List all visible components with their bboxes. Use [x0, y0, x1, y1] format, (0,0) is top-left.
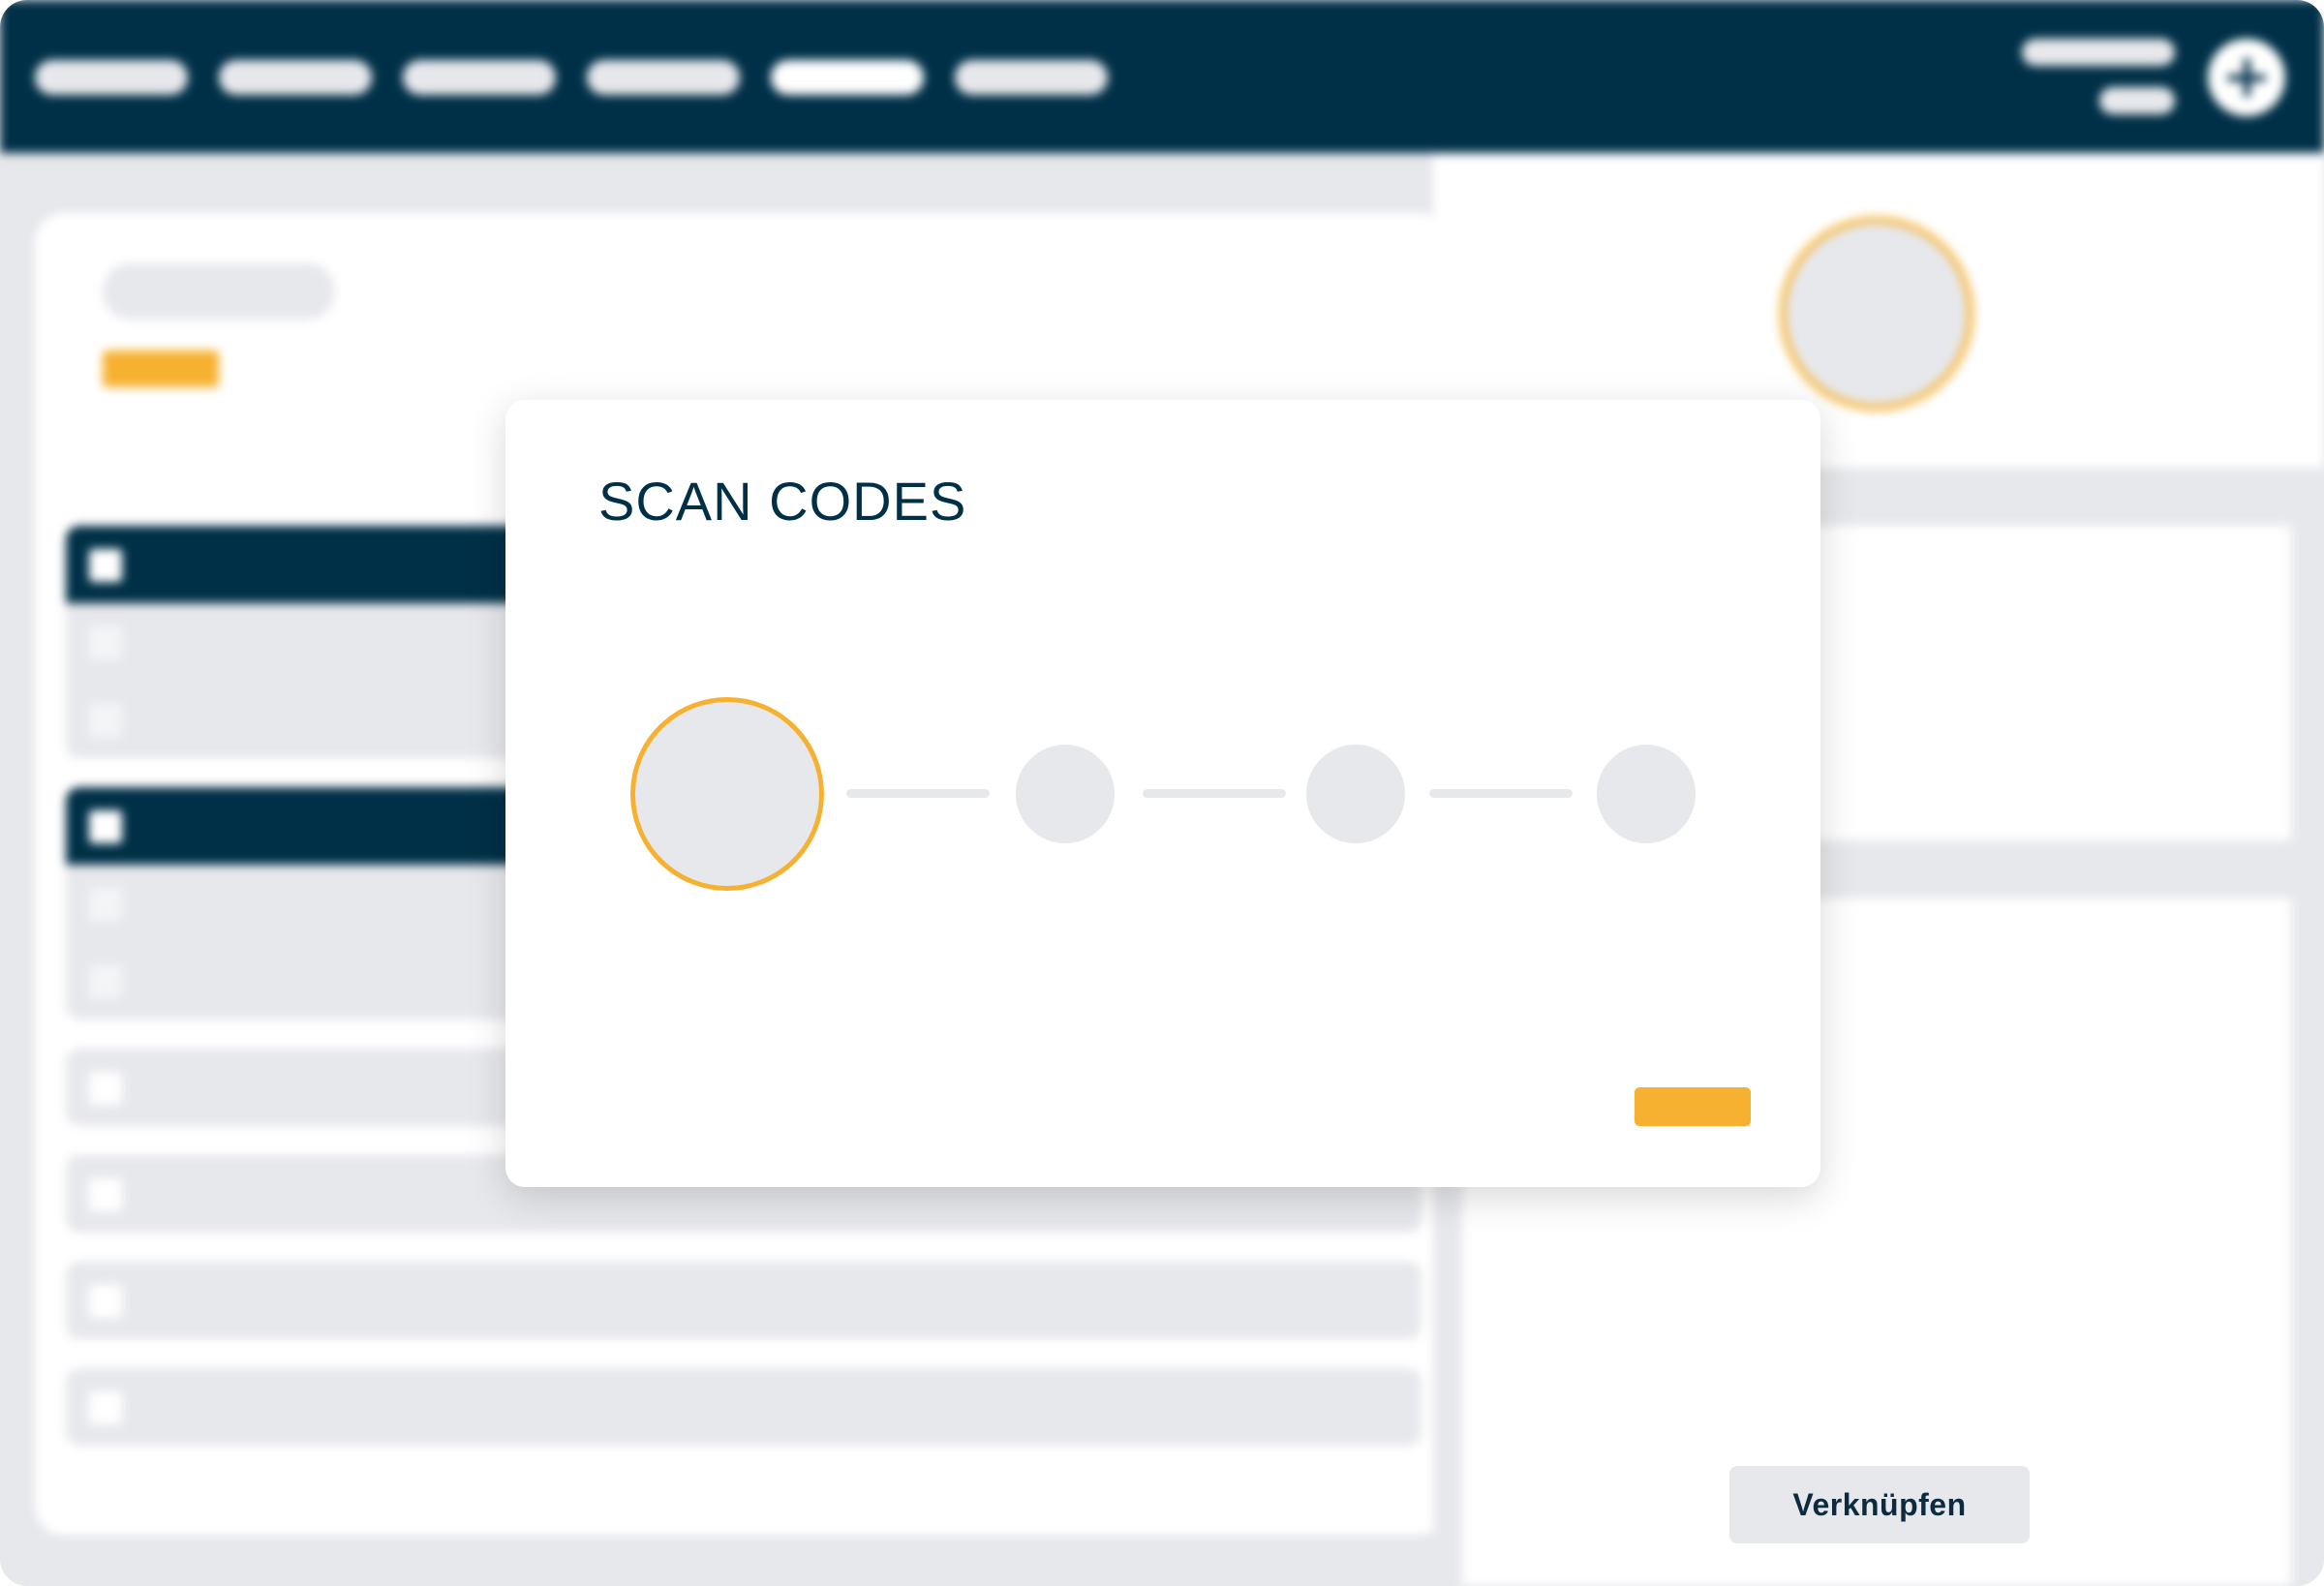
step-indicator-current	[630, 697, 824, 891]
step-connector	[1429, 789, 1573, 798]
avatar	[1780, 217, 1973, 411]
status-badge	[103, 351, 219, 387]
dialog-confirm-button[interactable]	[1635, 1087, 1751, 1126]
add-button[interactable]	[2208, 39, 2285, 116]
nav-tab-placeholder[interactable]	[403, 60, 556, 95]
top-navigation-bar	[0, 0, 2324, 153]
card-title-placeholder	[103, 263, 335, 320]
list-item[interactable]	[66, 1262, 1422, 1339]
step-connector	[846, 789, 990, 798]
nav-tab-placeholder[interactable]	[35, 60, 188, 95]
checkbox[interactable]	[89, 1391, 122, 1424]
nav-tab-placeholder[interactable]	[955, 60, 1108, 95]
nav-tab-placeholder[interactable]	[219, 60, 372, 95]
checkbox[interactable]	[89, 626, 122, 659]
user-name-placeholder	[2022, 39, 2175, 66]
nav-tab-active[interactable]	[771, 60, 924, 95]
user-role-placeholder	[2099, 87, 2175, 114]
link-button[interactable]: Verknüpfen	[1729, 1466, 2030, 1543]
step-connector	[1143, 789, 1286, 798]
step-indicator	[1016, 745, 1115, 843]
checkbox[interactable]	[89, 1072, 122, 1105]
checkbox[interactable]	[89, 1285, 122, 1318]
step-indicator	[1306, 745, 1405, 843]
checkbox[interactable]	[89, 965, 122, 998]
checkbox[interactable]	[89, 549, 122, 582]
step-indicator	[1597, 745, 1696, 843]
app-window: Verknüpfen SCAN CODES	[0, 0, 2324, 1586]
checkbox[interactable]	[89, 1178, 122, 1211]
list-item[interactable]	[66, 1368, 1422, 1446]
nav-tab-placeholder[interactable]	[587, 60, 740, 95]
checkbox[interactable]	[89, 810, 122, 843]
checkbox[interactable]	[89, 704, 122, 737]
dialog-title: SCAN CODES	[598, 471, 967, 532]
checkbox[interactable]	[89, 888, 122, 921]
scan-codes-dialog: SCAN CODES	[505, 400, 1820, 1187]
